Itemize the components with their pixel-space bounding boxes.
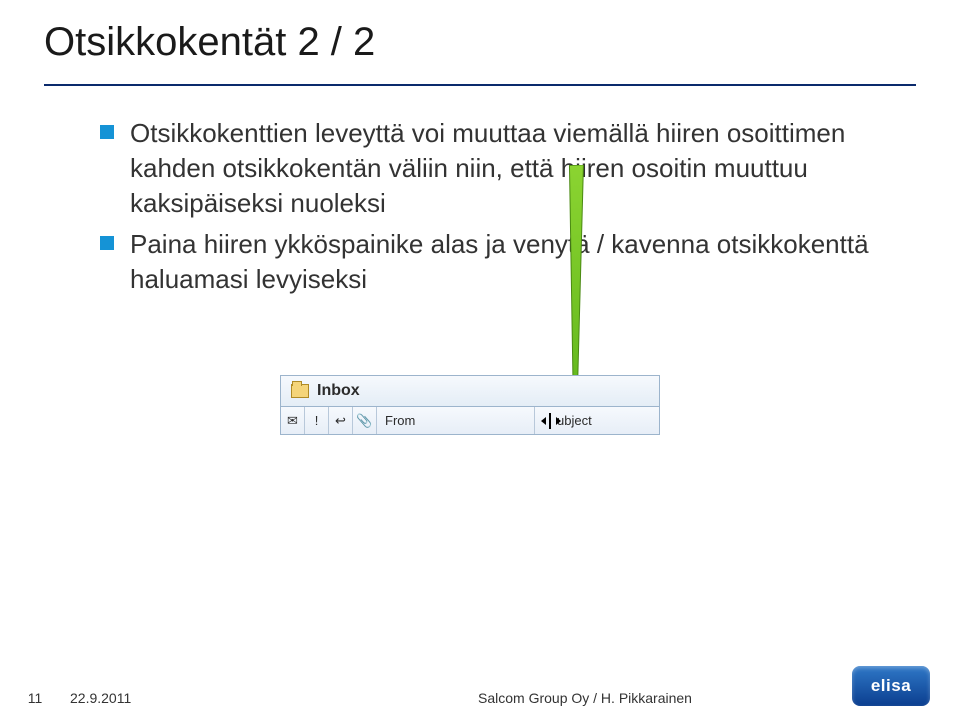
col-flag-icon[interactable]: ! <box>305 407 329 434</box>
bullet-marker-icon <box>100 236 114 250</box>
slide: Otsikkokentät 2 / 2 Otsikkokenttien leve… <box>0 0 960 720</box>
elisa-logo: elisa <box>852 666 930 706</box>
col-from[interactable]: From <box>377 407 535 434</box>
title-underline <box>44 84 916 86</box>
slide-title: Otsikkokentät 2 / 2 <box>44 20 375 65</box>
bullet-item: Paina hiiren ykköspainike alas ja venytä… <box>100 227 880 297</box>
col-subject[interactable]: ubject <box>535 407 659 434</box>
page-number: 11 <box>0 690 70 706</box>
bullet-marker-icon <box>100 125 114 139</box>
col-envelope-icon[interactable]: ✉ <box>281 407 305 434</box>
bullet-text: Otsikkokenttien leveyttä voi muuttaa vie… <box>130 116 880 221</box>
footer-credits: Salcom Group Oy / H. Pikkarainen <box>210 690 960 706</box>
inbox-screenshot: Inbox ✉ ! ↩ 📎 From ubject <box>280 375 660 435</box>
footer-date: 22.9.2011 <box>70 690 210 706</box>
folder-icon <box>291 384 309 398</box>
col-reply-icon[interactable]: ↩ <box>329 407 353 434</box>
footer: 11 22.9.2011 Salcom Group Oy / H. Pikkar… <box>0 690 960 706</box>
bullet-item: Otsikkokenttien leveyttä voi muuttaa vie… <box>100 116 880 221</box>
content-area: Otsikkokenttien leveyttä voi muuttaa vie… <box>100 116 880 303</box>
column-headers: ✉ ! ↩ 📎 From ubject <box>280 407 660 435</box>
bullet-text: Paina hiiren ykköspainike alas ja venytä… <box>130 227 880 297</box>
inbox-label: Inbox <box>317 382 360 400</box>
col-attachment-icon[interactable]: 📎 <box>353 407 377 434</box>
resize-cursor-icon <box>543 413 559 429</box>
inbox-titlebar: Inbox <box>280 375 660 407</box>
